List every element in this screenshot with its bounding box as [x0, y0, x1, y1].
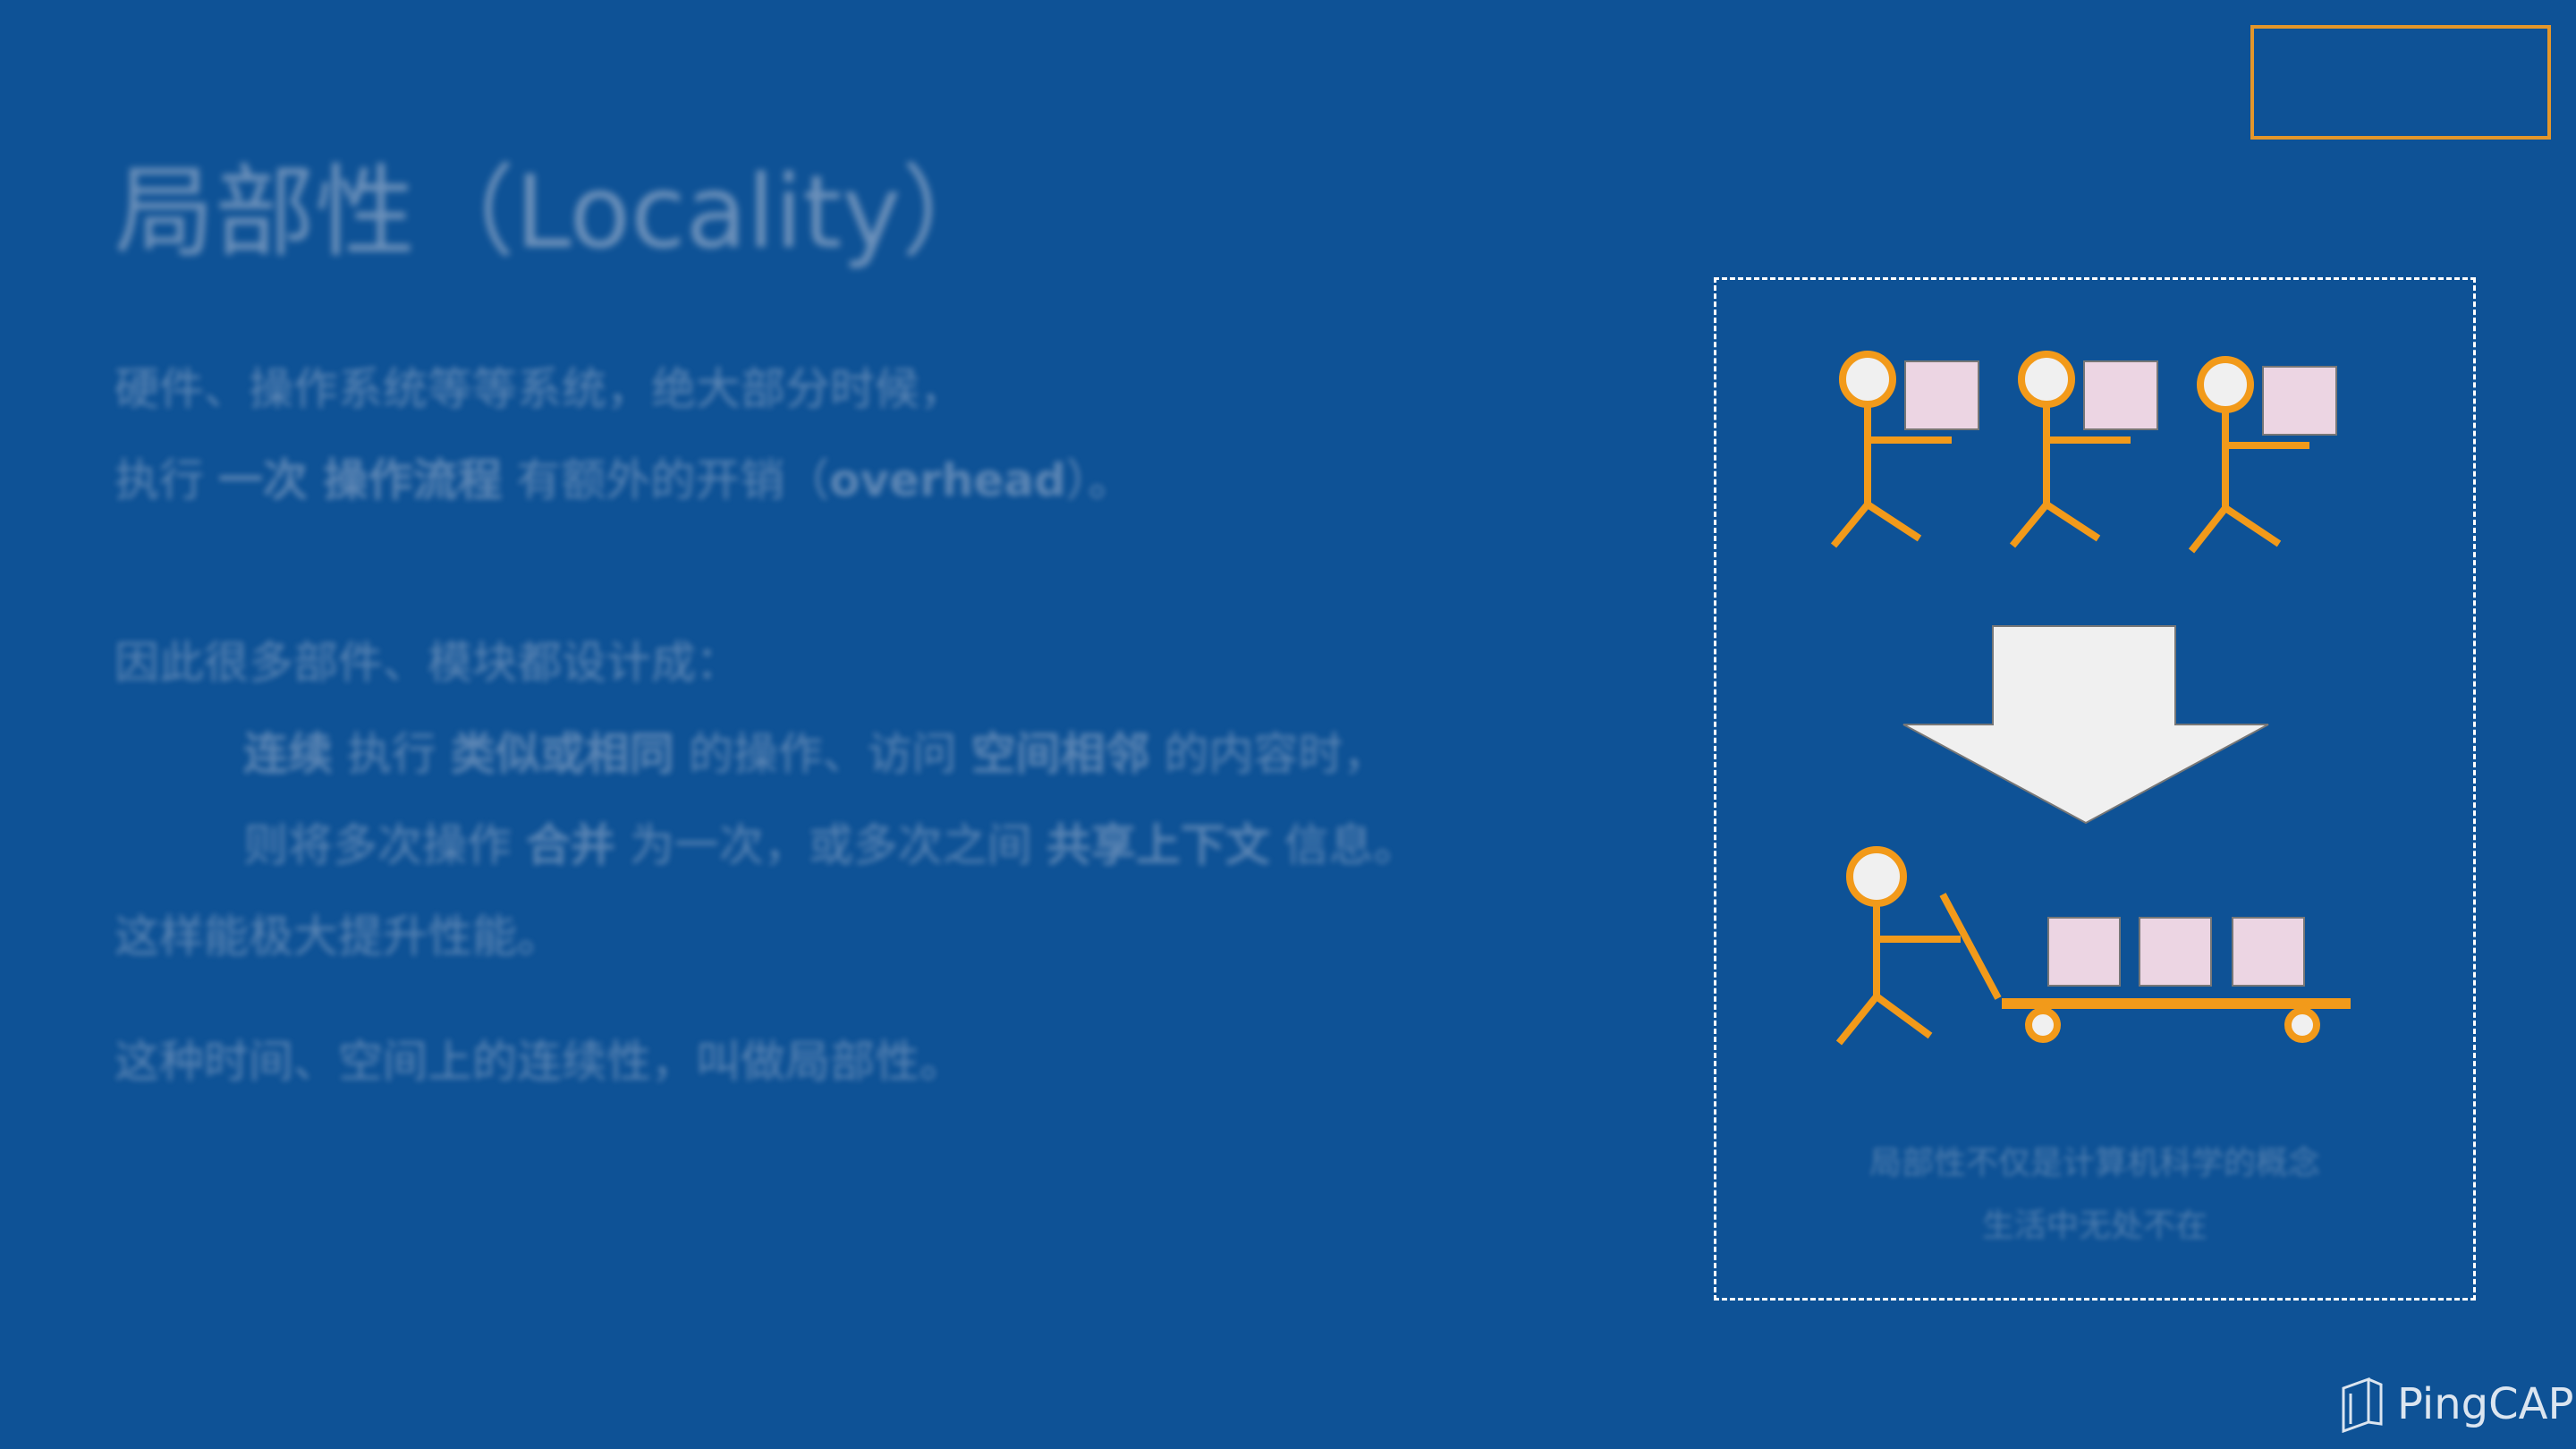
pingcap-logo-icon [2342, 1377, 2383, 1433]
slide: 局部性（Locality） 硬件、操作系统等等系统，绝大部分时候， 执行 一次 … [0, 0, 2576, 1449]
paragraph1-line1: 硬件、操作系统等等系统，绝大部分时候， [114, 363, 964, 415]
illustration-caption-line2: 生活中无处不在 [1981, 1208, 2207, 1244]
illustration-caption-line1: 局部性不仅是计算机科学的概念 [1868, 1145, 2320, 1182]
cart-handle [1939, 893, 2002, 1000]
paragraph2-conclusion: 这样能极大提升性能。 [114, 911, 562, 962]
paragraph2-intro: 因此很多部件、模块都设计成： [114, 637, 741, 689]
box-3 [2262, 366, 2337, 436]
paragraph3: 这种时间、空间上的连续性，叫做局部性。 [114, 1036, 964, 1088]
logo-text: PingCAP [2397, 1379, 2574, 1429]
box-1 [1904, 360, 1979, 430]
cart-wheel-left [2025, 1007, 2061, 1043]
box-2 [2083, 360, 2158, 430]
pingcap-logo: PingCAP [2338, 1370, 2573, 1438]
paragraph2-line-b: 则将多次操作 合并 为一次，或多次之间 共享上下文 信息。 [243, 819, 1419, 871]
cart-wheel-right [2284, 1007, 2320, 1043]
corner-placeholder-box [2250, 25, 2551, 140]
paragraph1-line2: 执行 一次 操作流程 有额外的开销（overhead）。 [114, 454, 1133, 506]
paragraph2-line-a: 连续 执行 类似或相同 的操作、访问 空间相邻 的内容时， [243, 728, 1388, 780]
cart-box-1 [2047, 917, 2121, 987]
cart-box-2 [2139, 917, 2212, 987]
down-arrow-icon [1902, 625, 2269, 825]
slide-title: 局部性（Locality） [114, 155, 1002, 271]
stick-figure-pusher [1846, 846, 1907, 907]
cart-box-3 [2232, 917, 2305, 987]
